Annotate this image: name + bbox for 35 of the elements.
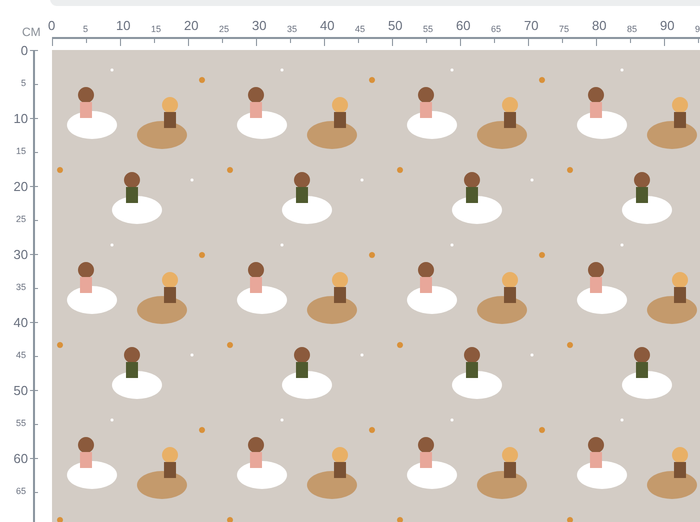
ruler-label: 25 [219,25,230,34]
ruler-label: 45 [355,25,366,34]
unit-label: CM [22,26,41,38]
ruler-label: 35 [287,25,298,34]
ruler-label: 55 [423,25,434,34]
ruler-label: 40 [12,316,28,329]
ruler-label: 70 [524,19,538,32]
ruler-label: 60 [456,19,470,32]
ruler-label: 20 [12,180,28,193]
ruler-label: 55 [14,419,26,428]
ruler-label: 5 [20,79,26,88]
ruler-label: 75 [559,25,570,34]
ruler-label: 60 [12,452,28,465]
ruler-label: 50 [388,19,402,32]
ruler-label: 20 [184,19,198,32]
ruler-label: 80 [592,19,606,32]
ruler-label: 40 [320,19,334,32]
ruler-label: 10 [116,19,130,32]
ruler-label: 15 [14,147,26,156]
ruler-label: 0 [20,44,28,57]
ruler-label: 35 [14,283,26,292]
ruler-label: 50 [12,384,28,397]
ruler-label: 90 [660,19,674,32]
ruler-label: 5 [83,25,88,34]
ruler-label: 30 [252,19,266,32]
ruler-label: 65 [14,487,26,496]
ruler-label: 10 [12,112,28,125]
ruler-label: 65 [491,25,502,34]
ruler-label: 45 [14,351,26,360]
ruler-label: 15 [151,25,162,34]
ruler-label: 9 [695,25,700,34]
ruler-label: 0 [48,19,56,32]
ruler-label: 25 [14,215,26,224]
ruler-label: 85 [627,25,638,34]
ruler-label: 30 [12,248,28,261]
